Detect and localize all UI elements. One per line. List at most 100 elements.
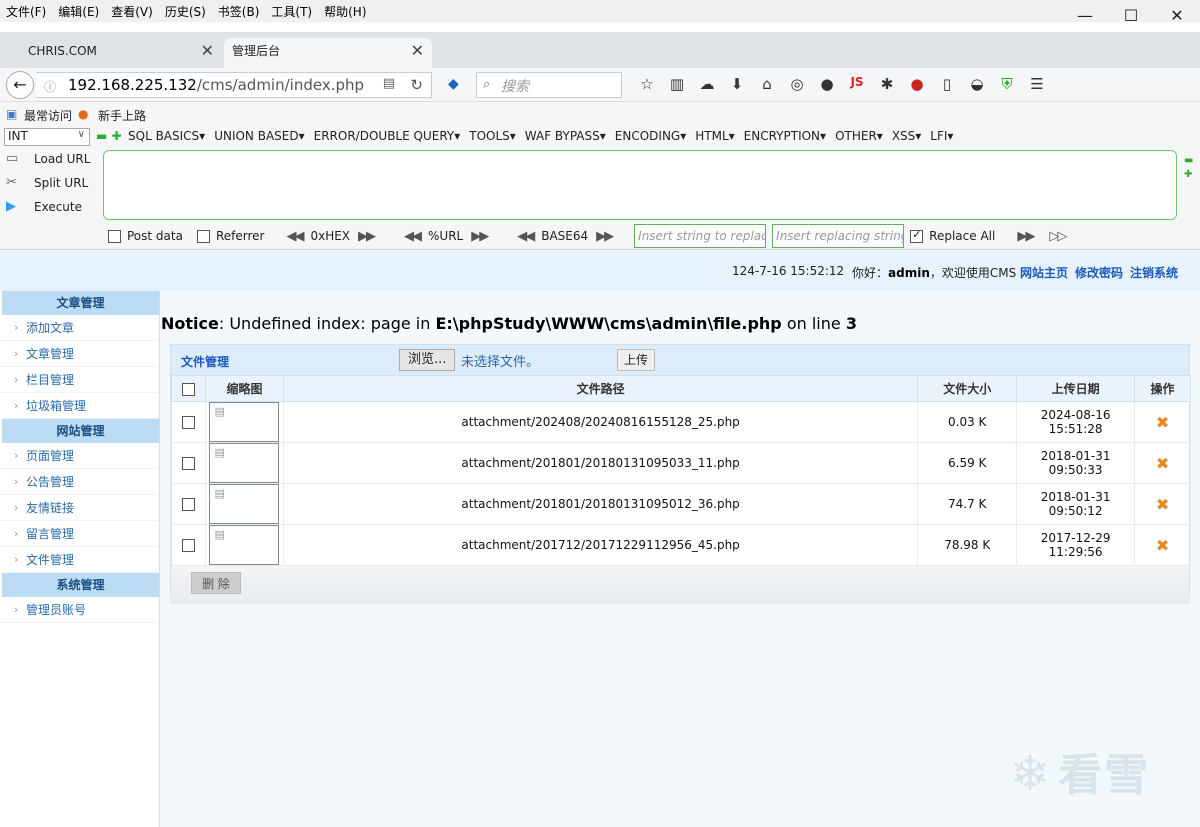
menu-bookmarks[interactable]: 书签(B) [212,0,266,22]
reload-icon[interactable]: ↻ [410,76,423,94]
execute-button[interactable]: ▶ Execute [6,196,90,220]
menu-waf-bypass[interactable]: WAF BYPASS▾ [525,129,606,143]
checkbox[interactable] [910,228,924,243]
sidebar-item-messages[interactable]: 留言管理 [0,521,159,547]
arrow-left-icon[interactable]: ◀◀ [517,229,535,244]
upload-date: 2024-08-16 15:51:28 [1016,401,1136,443]
split-url-button[interactable]: ✂ Split URL [6,172,90,196]
row-checkbox[interactable] [181,457,195,470]
sidebar-item-files[interactable]: 文件管理 [0,547,159,573]
row-checkbox[interactable] [181,539,195,552]
close-icon[interactable]: ✕ [411,38,424,64]
hackbar-side-toggles[interactable]: ▬ ✚ [1184,154,1193,182]
addon-icon[interactable]: ● [812,75,842,93]
menu-html[interactable]: HTML▾ [695,129,734,143]
checkbox[interactable] [196,229,210,243]
delete-icon[interactable]: ✖ [1156,413,1169,432]
back-button[interactable]: ← [6,71,34,99]
menu-tools[interactable]: 工具(T) [265,0,318,22]
arrow-right-icon[interactable]: ▶▶ [596,229,614,244]
tab-chris[interactable]: CHRIS.COM ✕ [4,38,222,68]
shield-icon[interactable]: ⛨ [992,75,1022,93]
proxy-icon[interactable]: ◒ [962,75,992,93]
upload-button[interactable]: 上传 [617,349,656,371]
reader-icon[interactable]: ▤ [383,76,395,91]
minimize-button[interactable]: — [1062,0,1108,32]
url-bar[interactable]: ⓘ 192.168.225.132/cms/admin/index.php ▤ … [36,72,432,98]
palette-icon[interactable]: ◎ [782,75,812,93]
arrow-right-icon[interactable]: ▶▶ [358,229,376,244]
browse-button[interactable]: 浏览... [399,349,456,371]
arrow-left-icon[interactable]: ◀◀ [286,229,304,244]
menu-encoding[interactable]: ENCODING▾ [615,129,686,143]
menu-edit[interactable]: 编辑(E) [52,0,105,22]
insert-replacing-input[interactable]: Insert replacing string [772,224,905,248]
menu-view[interactable]: 查看(V) [105,0,159,22]
base64-converter: ◀◀ BASE64 ▶▶ [509,229,620,244]
logout-link[interactable]: 注销系统 [1130,266,1178,280]
menu-other[interactable]: OTHER▾ [835,129,883,143]
bookmark-most-visited[interactable]: 最常访问 [24,107,72,124]
search-input[interactable]: ⌕ 搜索 [476,72,622,98]
checkbox[interactable] [108,229,121,243]
sidebar-item-admin-accounts[interactable]: 管理员账号 [0,597,159,623]
bug-icon[interactable]: ✱ [872,75,902,93]
home-icon[interactable]: ⌂ [752,75,782,93]
insert-string-input[interactable]: Insert string to replace [634,224,767,248]
delete-icon[interactable]: ✖ [1156,536,1169,555]
menu-union-based[interactable]: UNION BASED▾ [214,129,304,143]
bookmark-getting-started[interactable]: 新手上路 [98,107,146,124]
menu-history[interactable]: 历史(S) [159,0,212,22]
replace-arrow-icon[interactable]: ▶▶ [1017,229,1035,244]
hackbar-url-textarea[interactable] [103,150,1177,220]
sidebar-item-links[interactable]: 友情链接 [0,495,159,521]
close-window-button[interactable]: ✕ [1154,0,1200,32]
sidebar-item-article-manage[interactable]: 文章管理 [0,341,159,367]
menu-sql-basics[interactable]: SQL BASICS▾ [128,129,205,143]
menu-file[interactable]: 文件(F) [0,0,52,22]
time: 09:50:12 [1048,504,1103,518]
menu-help[interactable]: 帮助(H) [318,0,372,22]
maximize-button[interactable]: ☐ [1108,0,1154,32]
menu-xss[interactable]: XSS▾ [892,129,921,143]
int-select[interactable]: INT ∨ [4,128,90,146]
menu-encryption[interactable]: ENCRYPTION▾ [744,129,826,143]
record-icon[interactable]: ● [902,75,932,93]
library-icon[interactable]: ▥ [662,75,692,93]
sidebar-item-trash-manage[interactable]: 垃圾箱管理 [0,393,159,419]
js-icon[interactable]: JS [842,75,872,93]
sidebar-item-category-manage[interactable]: 栏目管理 [0,367,159,393]
menu-error-double-query[interactable]: ERROR/DOUBLE QUERY▾ [314,129,461,143]
delete-icon[interactable]: ✖ [1156,454,1169,473]
row-checkbox[interactable] [181,498,195,511]
sync-icon[interactable]: ☁ [692,75,722,93]
arrow-left-icon[interactable]: ◀◀ [404,229,422,244]
replace-all-checkbox[interactable]: Replace All [910,228,995,243]
arrow-right-icon[interactable]: ▶▶ [471,229,489,244]
post-data-checkbox[interactable]: Post data [108,229,183,243]
sidebar-item-notice-manage[interactable]: 公告管理 [0,469,159,495]
pocket-icon[interactable]: ◆ [448,76,459,92]
star-icon[interactable]: ☆ [632,75,662,93]
expand-icon[interactable]: ▬ ✚ [96,129,122,143]
hamburger-menu-icon[interactable]: ☰ [1022,75,1052,93]
screen-icon[interactable]: ▯ [932,75,962,93]
info-icon[interactable]: ⓘ [44,78,56,95]
menu-lfi[interactable]: LFI▾ [930,129,953,143]
file-manager: 文件管理 浏览... 未选择文件。 上传 缩略图 文件路径 文件大小 上传日期 … [170,344,1191,604]
row-checkbox[interactable] [181,416,195,429]
download-icon[interactable]: ⬇ [722,75,752,93]
load-url-button[interactable]: ▭ Load URL [6,148,90,172]
close-icon[interactable]: ✕ [201,38,214,64]
site-home-link[interactable]: 网站主页 [1020,266,1068,280]
menu-tools[interactable]: TOOLS▾ [469,129,516,143]
delete-button[interactable]: 删 除 [191,572,241,594]
select-all-checkbox[interactable] [181,382,195,396]
change-password-link[interactable]: 修改密码 [1075,266,1123,280]
sidebar-item-add-article[interactable]: 添加文章 [0,315,159,341]
sidebar-item-page-manage[interactable]: 页面管理 [0,443,159,469]
referrer-checkbox[interactable]: Referrer [196,229,264,243]
replace-arrow-icon[interactable]: ▷▷ [1049,229,1067,244]
tab-admin[interactable]: 管理后台 ✕ [224,38,432,68]
delete-icon[interactable]: ✖ [1156,495,1169,514]
